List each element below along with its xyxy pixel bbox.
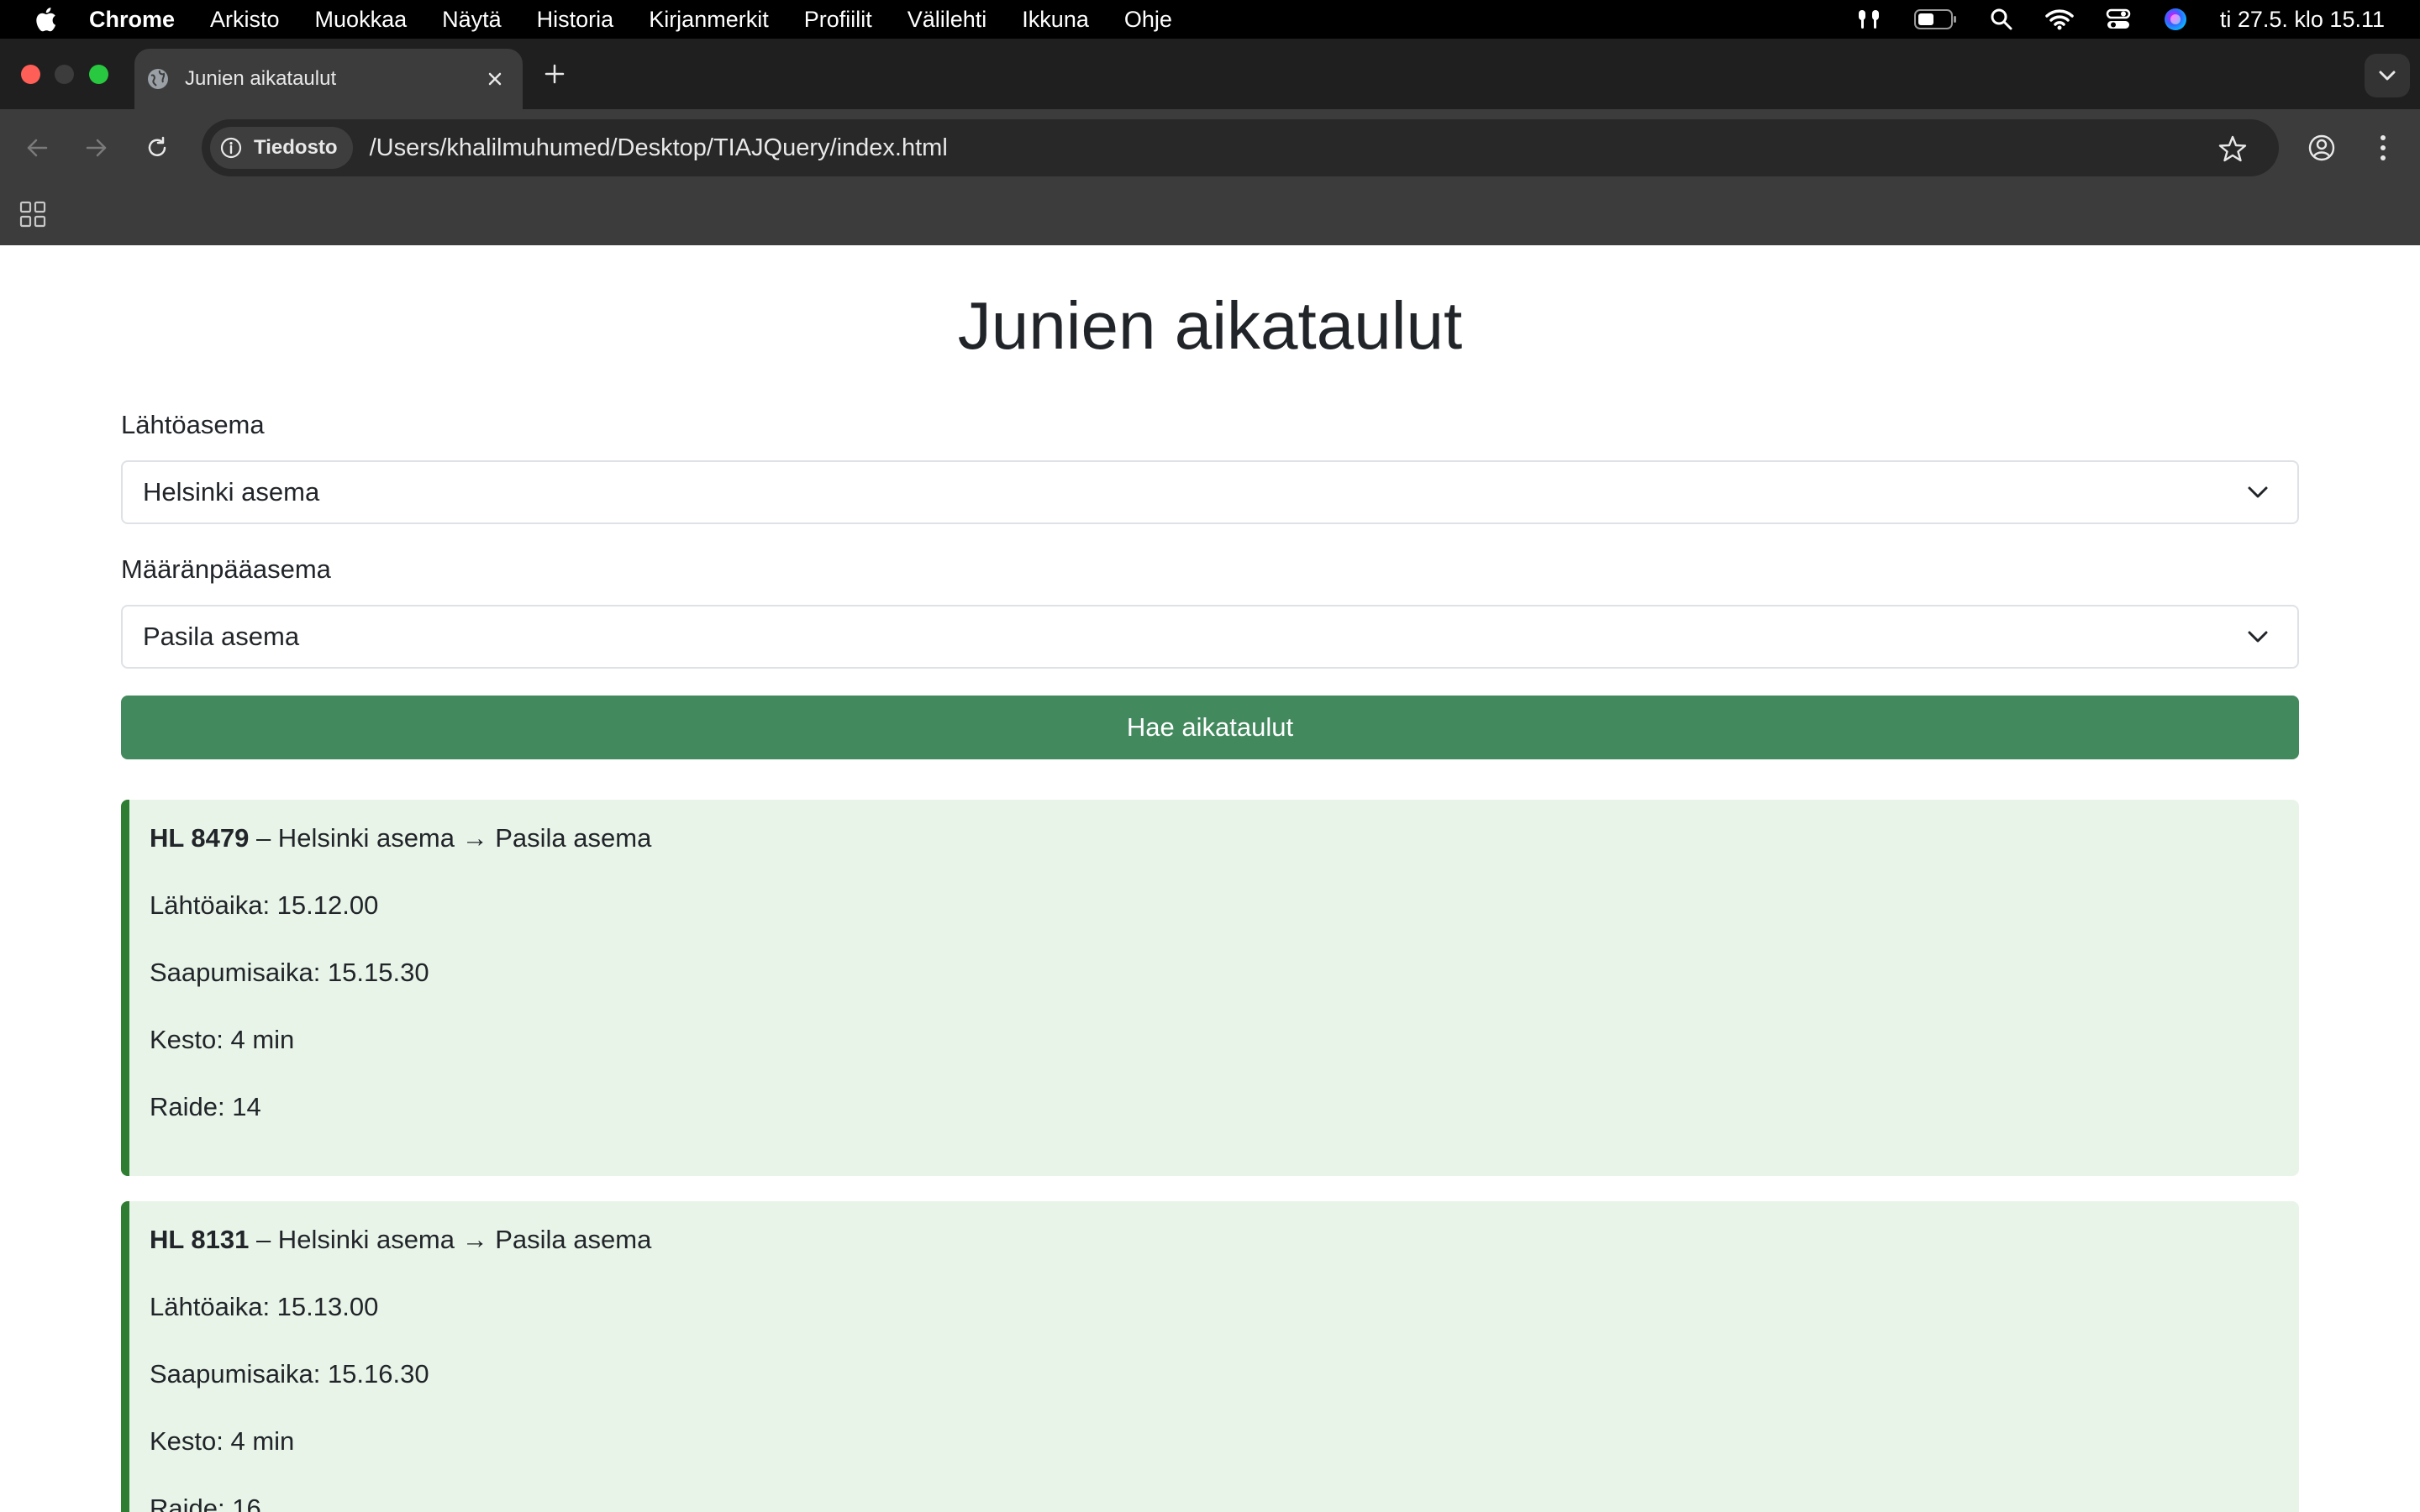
chevron-down-icon (2247, 624, 2272, 649)
destination-label: Määränpääasema (121, 554, 331, 584)
departure-select[interactable]: Helsinki asema (121, 460, 2299, 524)
menu-item-muokkaa[interactable]: Muokkaa (315, 7, 408, 33)
siri-icon[interactable] (2163, 7, 2188, 32)
result-heading: HL 8479 – Helsinki asema → Pasila asema (150, 823, 2299, 853)
search-schedules-button[interactable]: Hae aikataulut (121, 696, 2299, 759)
profile-avatar-icon[interactable] (2307, 133, 2337, 163)
menu-item-arkisto[interactable]: Arkisto (210, 7, 280, 33)
page-title: Junien aikataulut (957, 288, 1463, 363)
back-arrow-icon[interactable] (22, 133, 52, 163)
new-tab-plus-icon[interactable] (541, 60, 568, 87)
reload-icon[interactable] (142, 133, 172, 163)
browser-tab-active[interactable]: Junien aikataulut (134, 49, 523, 109)
menu-item-kirjanmerkit[interactable]: Kirjanmerkit (649, 7, 769, 33)
trip-duration: Kesto: 4 min (150, 1025, 295, 1054)
menu-item-ohje[interactable]: Ohje (1124, 7, 1172, 33)
train-id: HL 8131 (150, 1225, 250, 1254)
destination-select-value: Pasila asema (143, 622, 300, 651)
trip-duration: Kesto: 4 min (150, 1426, 295, 1456)
menubar-clock[interactable]: ti 27.5. klo 15.11 (2220, 7, 2385, 33)
chevron-down-icon (2247, 480, 2272, 505)
url-text[interactable]: /Users/khalilmuhumed/Desktop/TIAJQuery/i… (370, 134, 948, 162)
train-id: HL 8479 (150, 823, 250, 853)
result-card: HL 8479 – Helsinki asema → Pasila asema … (121, 800, 2299, 1176)
menu-item-ikkuna[interactable]: Ikkuna (1022, 7, 1089, 33)
arrival-time: Saapumisaika: 15.16.30 (150, 1359, 429, 1389)
airpods-icon[interactable] (1855, 8, 1882, 31)
tab-close-icon[interactable] (482, 66, 508, 92)
site-info-label: Tiedosto (254, 136, 338, 159)
result-heading: HL 8131 – Helsinki asema → Pasila asema (150, 1225, 2299, 1255)
apple-logo-icon[interactable] (32, 4, 60, 34)
menubar-status-area: ti 27.5. klo 15.11 (1855, 0, 2420, 39)
menu-item-nayta[interactable]: Näytä (442, 7, 502, 33)
forward-arrow-icon[interactable] (82, 133, 112, 163)
wifi-icon[interactable] (2045, 8, 2074, 30)
bookmarks-bar (0, 186, 2420, 245)
menu-item-valilehti[interactable]: Välilehti (908, 7, 987, 33)
destination-select[interactable]: Pasila asema (121, 605, 2299, 669)
site-info-chip[interactable]: Tiedosto (210, 127, 353, 169)
menu-item-historia[interactable]: Historia (537, 7, 614, 33)
track-number: Raide: 16 (150, 1494, 261, 1512)
address-bar[interactable]: Tiedosto /Users/khalilmuhumed/Desktop/TI… (202, 119, 2279, 176)
arrival-time: Saapumisaika: 15.15.30 (150, 958, 429, 987)
tab-search-chevron-icon[interactable] (2365, 54, 2410, 97)
tab-title: Junien aikataulut (185, 67, 337, 90)
spotlight-search-icon[interactable] (1990, 8, 2013, 31)
apps-grid-icon[interactable] (18, 200, 47, 228)
track-number: Raide: 14 (150, 1092, 261, 1121)
train-route: – Helsinki asema → Pasila asema (249, 823, 652, 853)
departure-time: Lähtöaika: 15.13.00 (150, 1292, 379, 1321)
menu-item-profiilit[interactable]: Profiilit (804, 7, 872, 33)
battery-icon[interactable] (1913, 8, 1958, 30)
train-route: – Helsinki asema → Pasila asema (249, 1225, 652, 1254)
page-content: Junien aikataulut Lähtöasema Helsinki as… (0, 245, 2420, 1512)
departure-time: Lähtöaika: 15.12.00 (150, 890, 379, 920)
window-zoom-button[interactable] (89, 65, 108, 84)
window-minimize-button[interactable] (55, 65, 74, 84)
window-close-button[interactable] (21, 65, 40, 84)
globe-icon (146, 67, 170, 91)
info-circle-icon (220, 136, 244, 160)
departure-select-value: Helsinki asema (143, 477, 320, 507)
control-center-icon[interactable] (2106, 8, 2131, 31)
more-menu-icon[interactable] (2368, 133, 2398, 163)
bookmark-star-icon[interactable] (2218, 134, 2247, 163)
result-card: HL 8131 – Helsinki asema → Pasila asema … (121, 1201, 2299, 1512)
menu-app-name[interactable]: Chrome (89, 7, 175, 33)
macos-menu-bar: Chrome Arkisto Muokkaa Näytä Historia Ki… (0, 0, 2420, 39)
departure-label: Lähtöasema (121, 410, 265, 439)
